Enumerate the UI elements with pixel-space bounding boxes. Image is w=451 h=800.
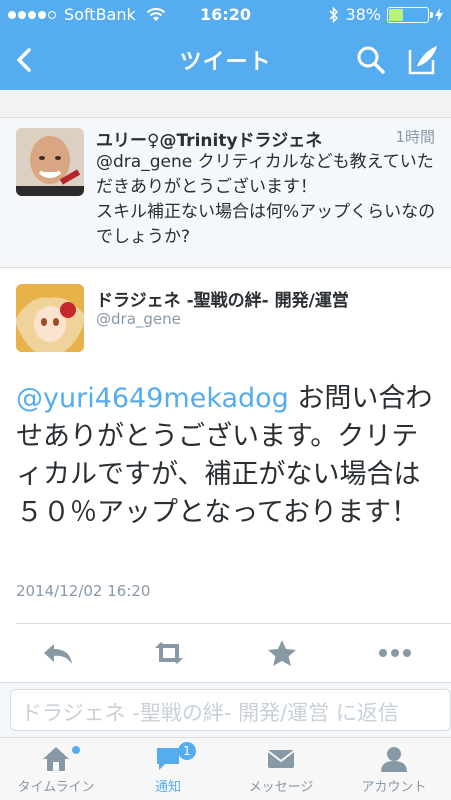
charging-icon (435, 7, 443, 22)
new-content-dot (72, 746, 80, 754)
feed-gap (0, 90, 451, 118)
tab-timeline[interactable]: タイムライン (0, 738, 112, 800)
tweet-timestamp: 2014/12/02 16:20 (16, 582, 151, 600)
status-bar: SoftBank 16:20 38% (0, 0, 451, 30)
tweet-author-handle[interactable]: @dra_gene (96, 310, 181, 328)
tweet-time: 1時間 (395, 128, 435, 146)
main-tweet-text: @yuri4649mekadog お問い合わせありがとうございます。クリティカル… (16, 380, 436, 532)
notification-count-badge: 1 (178, 742, 196, 760)
user-avatar-image (16, 128, 84, 196)
reply-bar: ドラジェネ -聖戦の絆- 開発/運営 に返信 (0, 682, 451, 738)
account-icon (381, 747, 407, 772)
avatar[interactable] (16, 128, 84, 196)
parent-tweet[interactable]: ユリー♀@Trinityドラジェネ 1時間 @dra_gene クリティカルなど… (0, 118, 451, 268)
retweet-icon[interactable] (151, 638, 187, 668)
reply-input[interactable]: ドラジェネ -聖戦の絆- 開発/運営 に返信 (10, 689, 451, 731)
compose-icon[interactable] (405, 42, 441, 78)
tab-notifications[interactable]: 1 通知 (112, 738, 224, 800)
bluetooth-icon (329, 6, 339, 23)
avatar[interactable] (16, 284, 84, 352)
tab-bar: タイムライン 1 通知 メッセージ アカウント (0, 738, 451, 800)
tweet-actions (0, 624, 451, 682)
tab-messages[interactable]: メッセージ (225, 738, 337, 800)
battery-percent: 38% (345, 5, 381, 24)
mention-link[interactable]: @yuri4649mekadog (16, 383, 289, 414)
status-right: 38% (329, 5, 443, 24)
search-icon[interactable] (353, 42, 389, 78)
tweet-author-name[interactable]: ドラジェネ -聖戦の絆- 開発/運営 (96, 286, 349, 311)
tab-label: メッセージ (248, 780, 314, 795)
reply-icon[interactable] (40, 638, 76, 668)
nav-bar: ツイート (0, 30, 451, 90)
favorite-star-icon[interactable] (264, 638, 300, 668)
messages-icon (267, 750, 295, 768)
tab-account[interactable]: アカウント (338, 738, 450, 800)
tab-label: 通知 (154, 780, 181, 795)
tab-label: アカウント (361, 780, 427, 795)
app-header: SoftBank 16:20 38% ツイート (0, 0, 451, 90)
tweet-text: @dra_gene クリティカルなども教えていただきありがとうございます！ スキ… (96, 152, 436, 247)
account-avatar-image (16, 284, 84, 352)
battery-icon (387, 6, 433, 23)
more-icon[interactable] (377, 638, 413, 668)
home-icon (43, 747, 69, 771)
main-tweet-header: ドラジェネ -聖戦の絆- 開発/運営 @dra_gene (0, 268, 451, 364)
battery-level (389, 8, 403, 21)
tweet-author-name[interactable]: ユリー♀@Trinityドラジェネ (96, 126, 322, 151)
tab-label: タイムライン (17, 780, 95, 795)
